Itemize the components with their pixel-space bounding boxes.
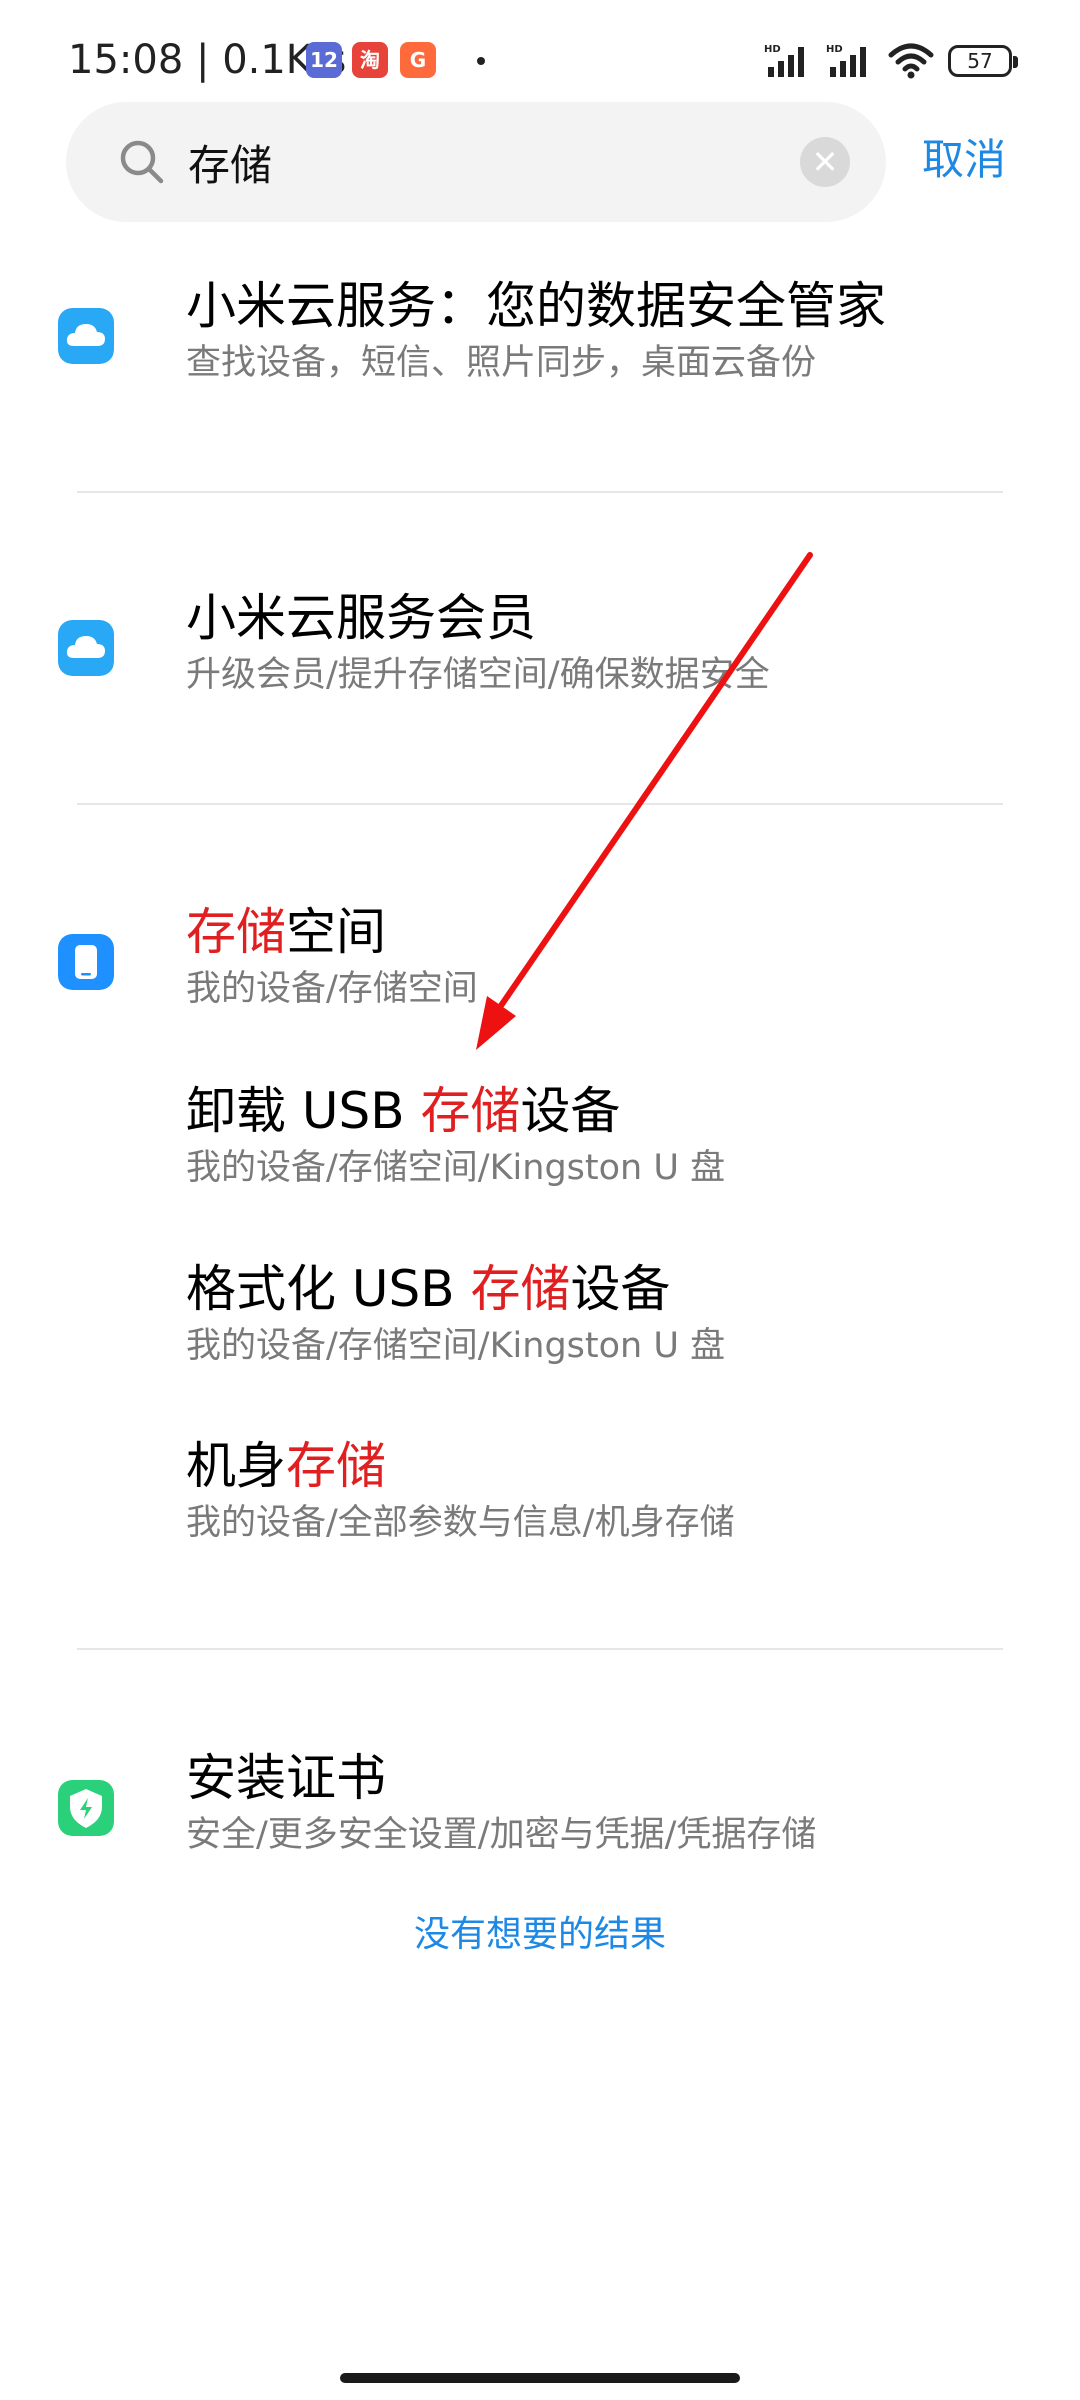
search-result-item-internal-storage[interactable]: 机身存储 我的设备/全部参数与信息/机身存储 [0, 1410, 1080, 1580]
search-result-item-unmount-usb[interactable]: 卸载 USB 存储设备 我的设备/存储空间/Kingston U 盘 [0, 1055, 1080, 1225]
more-notifications-dot [477, 57, 485, 65]
search-bar[interactable]: ✕ [66, 102, 886, 222]
status-time-speed: 15:08 | 0.1K/s [68, 30, 346, 90]
section-divider [77, 803, 1003, 805]
result-title-highlight: 存储 [186, 903, 286, 961]
result-title: 机身存储 [186, 1434, 386, 1498]
signal-strength-icon: HD [764, 44, 804, 77]
status-indicators: HD HD 57 [764, 36, 1018, 86]
home-indicator-bar[interactable] [340, 2373, 740, 2383]
result-title: 小米云服务：您的数据安全管家 [186, 274, 886, 338]
result-title-text: 小米云服务会员 [186, 589, 536, 647]
app-notification-icon-g: G [400, 42, 436, 78]
result-title-prefix: 格式化 USB [186, 1260, 471, 1318]
result-title-highlight: 存储 [420, 1082, 521, 1140]
settings-search-screen: 15:08 | 0.1K/s 12 淘 G HD HD 57 存储 ✕ 取消 小… [0, 0, 1080, 2400]
result-subtitle: 安全/更多安全设置/加密与凭据/凭据存储 [186, 1815, 817, 1855]
taobao-notification-icon: 淘 [352, 42, 388, 78]
search-result-item-storage-space[interactable]: 存储空间 我的设备/存储空间 [0, 876, 1080, 1046]
cloud-icon [58, 308, 114, 364]
search-icon [120, 140, 164, 184]
result-subtitle: 我的设备/存储空间 [186, 969, 478, 1009]
section-divider [77, 1648, 1003, 1650]
cloud-icon [58, 620, 114, 676]
result-title-suffix: 设备 [520, 1082, 621, 1140]
search-result-item[interactable]: 小米云服务：您的数据安全管家 查找设备，短信、照片同步，桌面云备份 [0, 250, 1080, 450]
result-subtitle: 我的设备/存储空间/Kingston U 盘 [186, 1326, 726, 1366]
result-title-text: 安装证书 [186, 1749, 386, 1807]
cancel-button[interactable]: 取消 [922, 130, 1006, 190]
result-title: 卸载 USB 存储设备 [186, 1079, 620, 1143]
battery-icon: 57 [948, 45, 1018, 77]
result-subtitle: 升级会员/提升存储空间/确保数据安全 [186, 655, 770, 695]
no-desired-result-link[interactable]: 没有想要的结果 [0, 1910, 1080, 1960]
result-title-prefix: 卸载 USB [186, 1082, 421, 1140]
result-title-highlight: 存储 [470, 1260, 571, 1318]
status-separator: | [183, 37, 223, 83]
result-title-highlight: 存储 [286, 1437, 386, 1495]
result-title-suffix: 设备 [570, 1260, 671, 1318]
wifi-icon [888, 43, 934, 79]
shield-icon [58, 1780, 114, 1836]
result-subtitle: 我的设备/存储空间/Kingston U 盘 [186, 1148, 726, 1188]
result-title-suffix: 空间 [286, 903, 386, 961]
result-title-text: 小米云服务：您的数据安全管家 [186, 277, 886, 335]
phone-storage-icon [58, 934, 114, 990]
result-title-prefix: 机身 [186, 1437, 286, 1495]
result-title: 存储空间 [186, 900, 386, 964]
svg-text:HD: HD [826, 44, 843, 55]
result-subtitle: 查找设备，短信、照片同步，桌面云备份 [186, 343, 817, 383]
close-icon: ✕ [811, 143, 839, 181]
search-input[interactable] [188, 122, 748, 202]
status-time: 15:08 [68, 37, 184, 83]
signal-strength-icon-2: HD [826, 44, 866, 77]
search-result-item-format-usb[interactable]: 格式化 USB 存储设备 我的设备/存储空间/Kingston U 盘 [0, 1233, 1080, 1403]
app-notification-icon-12: 12 [306, 42, 342, 78]
clear-search-button[interactable]: ✕ [800, 137, 850, 187]
search-result-item-install-certificate[interactable]: 安装证书 安全/更多安全设置/加密与凭据/凭据存储 [0, 1722, 1080, 1892]
result-subtitle: 我的设备/全部参数与信息/机身存储 [186, 1503, 735, 1543]
search-result-item[interactable]: 小米云服务会员 升级会员/提升存储空间/确保数据安全 [0, 562, 1080, 762]
result-title: 格式化 USB 存储设备 [186, 1257, 670, 1321]
section-divider [77, 491, 1003, 493]
svg-text:HD: HD [764, 44, 781, 55]
result-title: 小米云服务会员 [186, 586, 536, 650]
result-title: 安装证书 [186, 1746, 386, 1810]
